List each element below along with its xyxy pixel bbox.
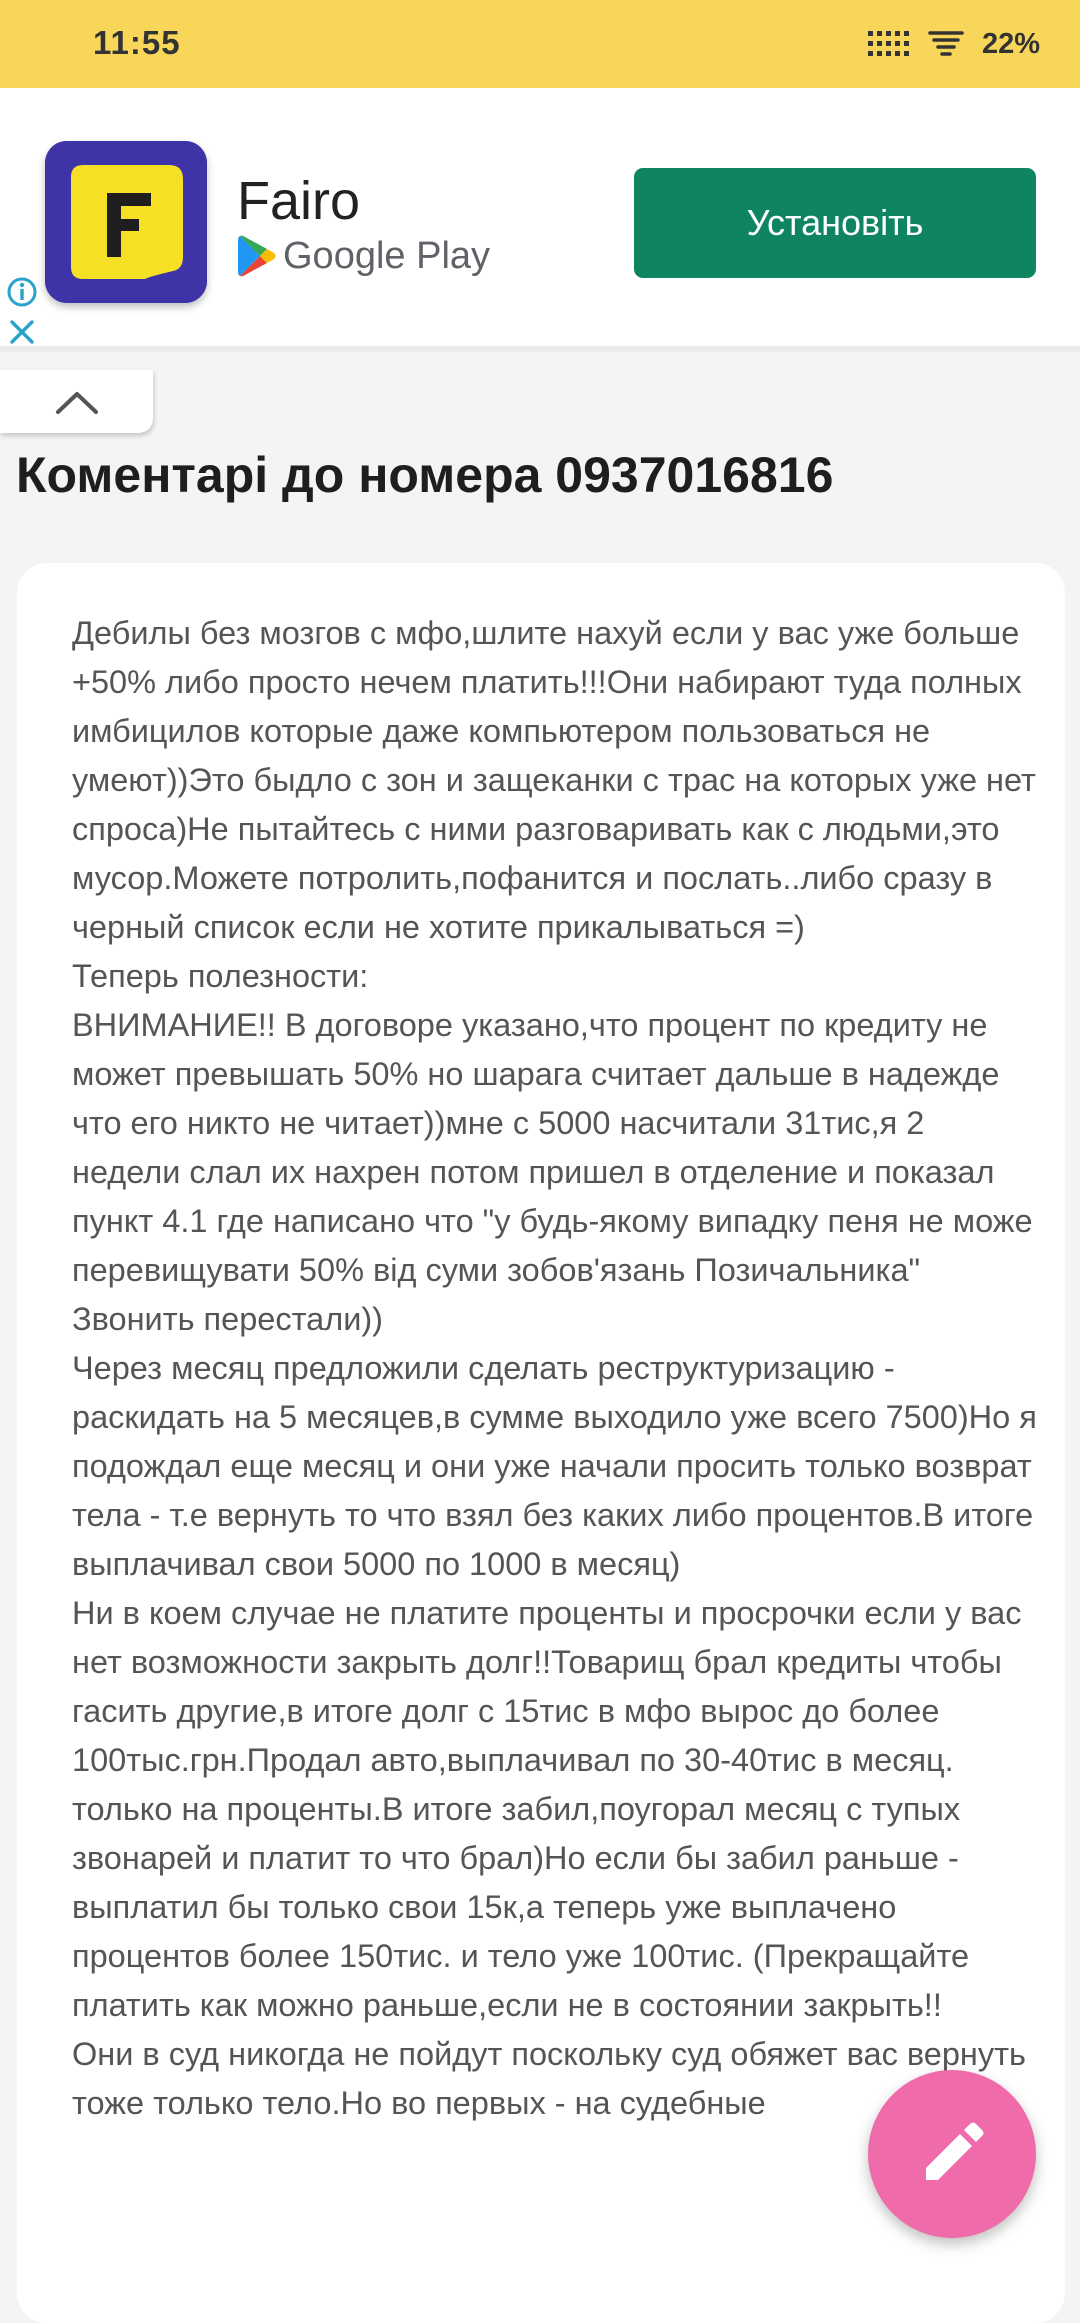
ad-app-name[interactable]: Fairo <box>237 170 360 232</box>
chevron-up-icon <box>55 391 98 414</box>
status-bar: 11:55 22% <box>0 0 1080 88</box>
battery-level: 22% <box>981 27 1040 60</box>
ad-store-label: Google Play <box>283 234 491 277</box>
status-indicators: 22% <box>867 24 1040 64</box>
comment-paragraph: ВНИМАНИЕ!! В договоре указано,что процен… <box>72 1007 1033 1337</box>
google-play-icon <box>238 235 276 277</box>
close-icon[interactable] <box>9 319 35 345</box>
comment-text: Дебилы без мозгов с мфо,шлите нахуй если… <box>72 609 1037 2128</box>
page-title: Коментарі до номера 0937016816 <box>16 447 834 503</box>
ad-store-badge: Google Play <box>237 234 490 278</box>
write-comment-button[interactable] <box>868 2070 1036 2238</box>
pencil-icon <box>926 2122 984 2180</box>
wifi-icon <box>928 31 964 56</box>
comment-paragraph: Через месяц предложили сделать реструкту… <box>72 1350 1037 1582</box>
comment-paragraph: Дебилы без мозгов с мфо,шлите нахуй если… <box>72 615 1036 945</box>
comment-paragraph: Теперь полезности: <box>72 958 369 994</box>
info-icon[interactable] <box>6 276 38 308</box>
status-time: 11:55 <box>93 24 181 61</box>
ad-install-button[interactable]: Установіть <box>634 168 1036 278</box>
ad-app-icon[interactable] <box>45 141 207 303</box>
comment-card: Дебилы без мозгов с мфо,шлите нахуй если… <box>17 563 1065 2323</box>
signal-grid-icon <box>867 31 909 56</box>
collapse-ad-button[interactable] <box>0 370 153 433</box>
comment-paragraph: Ни в коем случае не платите проценты и п… <box>72 1595 1022 2023</box>
fairo-logo-icon <box>45 141 207 303</box>
ad-banner[interactable]: Fairo Google Play Установіть <box>0 88 1080 352</box>
